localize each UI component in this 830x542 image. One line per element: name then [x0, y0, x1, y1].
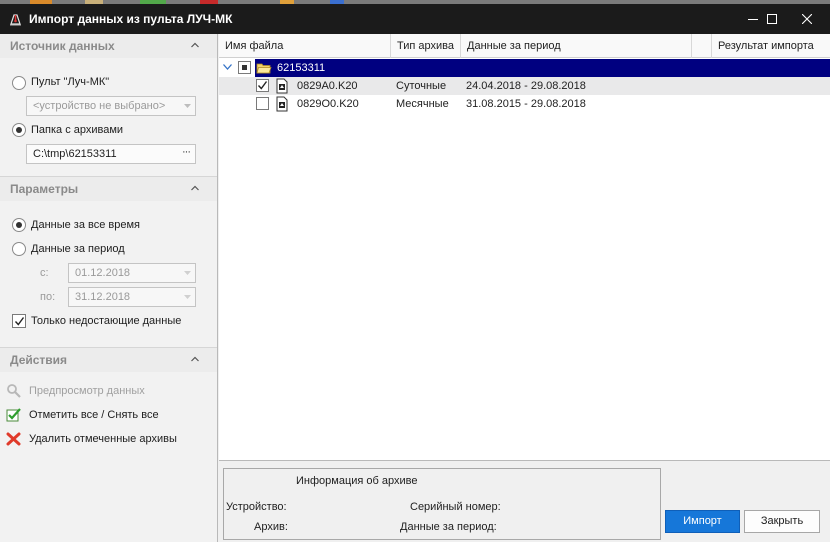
chevron-down-icon[interactable] — [223, 64, 232, 70]
title-bar[interactable]: Импорт данных из пульта ЛУЧ-МК — [0, 4, 830, 34]
period-radio-label: Данные за период — [31, 243, 125, 255]
row-filename: 62153311 — [277, 62, 326, 74]
console-radio-label: Пульт "Луч-МК" — [31, 76, 110, 88]
left-panel: Источник данных Пульт "Луч-МК" <устройст… — [0, 34, 218, 542]
table-row[interactable]: 62153311 — [219, 59, 830, 77]
archive-info-title: Информация об архиве — [296, 475, 418, 487]
red-x-icon — [6, 432, 21, 446]
all-time-radio[interactable] — [12, 218, 26, 232]
close-button[interactable] — [784, 4, 830, 34]
pen-tool-icon — [8, 11, 24, 27]
toggle-all-label: Отметить все / Снять все — [29, 409, 159, 421]
archive-info-label: Архив: — [254, 521, 288, 533]
chevron-down-icon — [184, 295, 191, 299]
to-date-value: 31.12.2018 — [75, 291, 131, 303]
folder-path-value: C:\tmp\62153311 — [33, 148, 117, 160]
chevron-up-icon[interactable] — [191, 356, 199, 362]
to-label: по: — [40, 291, 56, 303]
folder-radio-label: Папка с архивами — [31, 124, 124, 136]
green-check-icon — [6, 408, 21, 422]
close-icon — [802, 14, 812, 24]
device-select[interactable]: <устройство не выбрано> — [26, 96, 196, 116]
column-header-filename[interactable]: Имя файла — [219, 34, 391, 58]
from-date-input[interactable]: 01.12.2018 — [68, 263, 196, 283]
selected-row-highlight — [391, 59, 830, 77]
close-dialog-button[interactable]: Закрыть — [744, 510, 820, 533]
table-row[interactable]: 0829A0.K20 Суточные 24.04.2018 - 29.08.2… — [219, 77, 830, 95]
to-date-input[interactable]: 31.12.2018 — [68, 287, 196, 307]
column-header-period[interactable]: Данные за период — [461, 34, 692, 58]
magnifier-icon — [7, 384, 21, 398]
serial-number-label: Серийный номер: — [410, 501, 501, 513]
actions-section-header[interactable]: Действия — [0, 348, 217, 372]
archive-info-box: Информация об архиве Устройство: Архив: … — [223, 468, 661, 540]
row-archive-type: Месячные — [396, 98, 449, 110]
archive-file-icon — [276, 78, 288, 94]
only-missing-checkbox[interactable] — [12, 314, 26, 328]
folder-radio[interactable] — [12, 123, 26, 137]
chevron-down-icon — [184, 271, 191, 275]
row-filename: 0829O0.K20 — [297, 98, 359, 110]
column-header-archive-type[interactable]: Тип архива — [391, 34, 461, 58]
preview-data-label: Предпросмотр данных — [29, 385, 145, 397]
folder-path-input[interactable]: C:\tmp\62153311 ··· — [26, 144, 196, 164]
row-checkbox[interactable] — [238, 61, 251, 74]
row-period: 31.08.2015 - 29.08.2018 — [466, 98, 586, 110]
folder-open-icon — [256, 63, 272, 74]
row-checkbox[interactable] — [256, 79, 269, 92]
all-time-radio-label: Данные за все время — [31, 219, 141, 231]
only-missing-label: Только недостающие данные — [31, 315, 182, 327]
archive-grid[interactable]: Имя файла Тип архива Данные за период Ре… — [219, 34, 830, 461]
delete-checked-label: Удалить отмеченные архивы — [29, 433, 177, 445]
params-section-header[interactable]: Параметры — [0, 177, 217, 201]
import-button[interactable]: Импорт — [665, 510, 740, 533]
device-select-value: <устройство не выбрано> — [33, 100, 166, 112]
from-date-value: 01.12.2018 — [75, 267, 131, 279]
params-section-title: Параметры — [10, 182, 79, 196]
source-section-title: Источник данных — [10, 39, 115, 53]
checkmark-icon — [257, 81, 268, 90]
archive-file-icon — [276, 96, 288, 112]
device-info-label: Устройство: — [226, 501, 287, 513]
browse-button[interactable]: ··· — [182, 146, 191, 158]
bottom-panel: Информация об архиве Устройство: Архив: … — [219, 462, 830, 542]
row-filename: 0829A0.K20 — [297, 80, 358, 92]
column-header-blank[interactable] — [692, 34, 712, 58]
console-radio[interactable] — [12, 76, 26, 90]
maximize-icon — [767, 14, 777, 24]
row-period: 24.04.2018 - 29.08.2018 — [466, 80, 586, 92]
checkmark-icon — [14, 317, 25, 326]
actions-section-title: Действия — [10, 353, 68, 367]
table-row[interactable]: 0829O0.K20 Месячные 31.08.2015 - 29.08.2… — [219, 95, 830, 113]
column-header-import-result[interactable]: Результат импорта — [712, 34, 830, 58]
row-checkbox[interactable] — [256, 97, 269, 110]
chevron-up-icon[interactable] — [191, 42, 199, 48]
source-section-header[interactable]: Источник данных — [0, 34, 217, 58]
row-archive-type: Суточные — [396, 80, 447, 92]
period-info-label: Данные за период: — [400, 521, 497, 533]
grid-header: Имя файла Тип архива Данные за период Ре… — [219, 34, 830, 58]
chevron-down-icon — [184, 104, 191, 108]
chevron-up-icon[interactable] — [191, 185, 199, 191]
from-label: с: — [40, 267, 49, 279]
period-radio[interactable] — [12, 242, 26, 256]
window-title: Импорт данных из пульта ЛУЧ-МК — [29, 12, 233, 26]
